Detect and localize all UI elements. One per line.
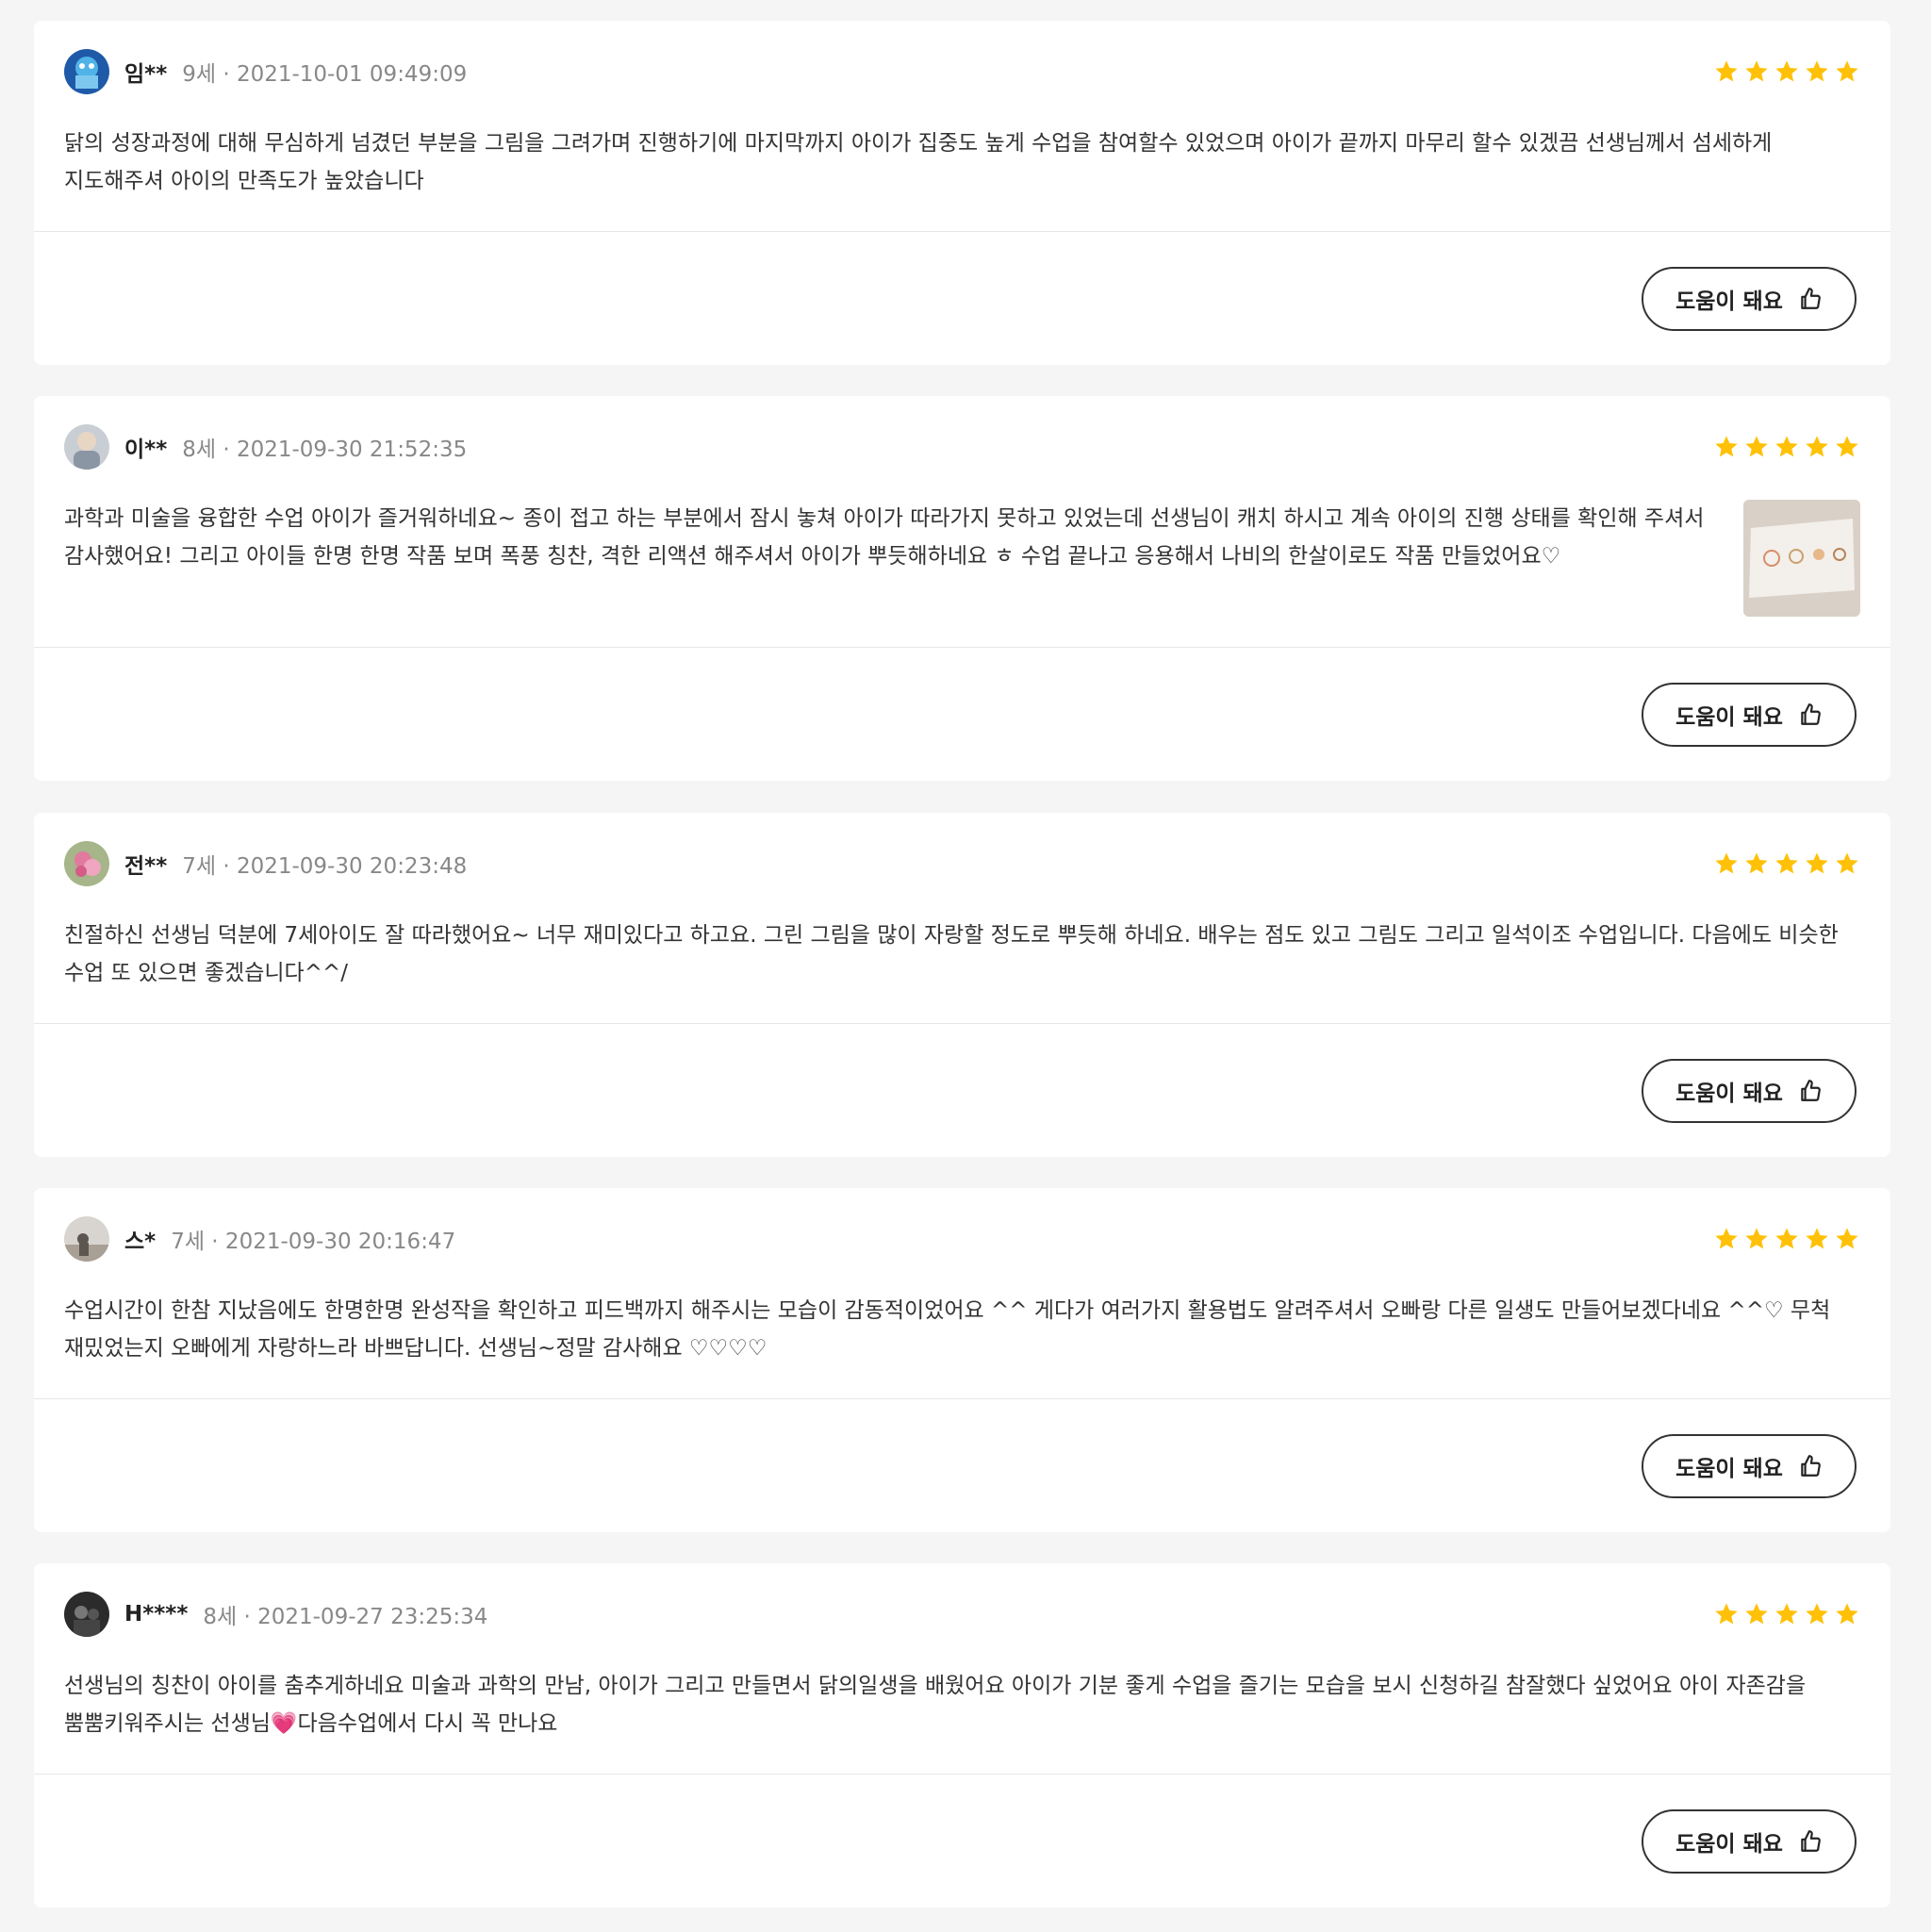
- star-icon: [1715, 60, 1738, 82]
- divider: [34, 231, 1890, 232]
- helpful-button[interactable]: 도움이 돼요: [1642, 267, 1857, 331]
- review-meta: 8세 · 2021-09-30 21:52:35: [182, 438, 468, 462]
- helpful-label: 도움이 돼요: [1675, 705, 1783, 730]
- review-meta: 7세 · 2021-09-30 20:16:47: [171, 1230, 456, 1254]
- avatar: [64, 49, 109, 94]
- username: 이**: [124, 438, 168, 462]
- divider: [34, 1398, 1890, 1399]
- review-meta: 9세 · 2021-10-01 09:49:09: [182, 62, 468, 87]
- star-icon: [1775, 60, 1798, 82]
- review-photo[interactable]: [1743, 500, 1860, 617]
- helpful-label: 도움이 돼요: [1675, 1832, 1783, 1857]
- star-icon: [1745, 436, 1768, 457]
- review-card: 임** 9세 · 2021-10-01 09:49:09 닭의 성장과정에 대해…: [34, 21, 1890, 365]
- username: 스*: [124, 1230, 157, 1254]
- star-icon: [1745, 852, 1768, 874]
- star-icon: [1806, 852, 1828, 874]
- star-icon: [1836, 436, 1858, 457]
- star-icon: [1775, 436, 1798, 457]
- review-text: 선생님의 칭찬이 아이를 춤추게하네요 미술과 과학의 만남, 아이가 그리고 …: [64, 1674, 1807, 1736]
- star-icon: [1836, 1228, 1858, 1249]
- helpful-label: 도움이 돼요: [1675, 1082, 1783, 1106]
- avatar: [64, 424, 109, 470]
- avatar: [64, 1592, 109, 1637]
- review-text: 수업시간이 한참 지났음에도 한명한명 완성작을 확인하고 피드백까지 해주시는…: [64, 1298, 1831, 1361]
- star-icon: [1806, 436, 1828, 457]
- review-card: H**** 8세 · 2021-09-27 23:25:34 선생님의 칭찬이 …: [34, 1563, 1890, 1907]
- review-card: 스* 7세 · 2021-09-30 20:16:47 수업시간이 한참 지났음…: [34, 1188, 1890, 1532]
- helpful-button[interactable]: 도움이 돼요: [1642, 1434, 1857, 1498]
- thumbs-up-icon: [1801, 703, 1821, 725]
- thumbs-up-icon: [1801, 1080, 1821, 1101]
- star-icon: [1745, 1228, 1768, 1249]
- star-icon: [1836, 1603, 1858, 1625]
- star-icon: [1745, 1603, 1768, 1625]
- thumbs-up-icon: [1801, 1455, 1821, 1477]
- helpful-button[interactable]: 도움이 돼요: [1642, 1809, 1857, 1874]
- helpful-label: 도움이 돼요: [1675, 289, 1783, 314]
- star-icon: [1775, 1603, 1798, 1625]
- star-rating: [1713, 434, 1860, 460]
- review-header: 이** 8세 · 2021-09-30 21:52:35: [64, 424, 1860, 470]
- review-header: 전** 7세 · 2021-09-30 20:23:48: [64, 841, 1860, 886]
- star-icon: [1715, 436, 1738, 457]
- divider: [34, 1774, 1890, 1775]
- star-icon: [1715, 1603, 1738, 1625]
- review-card: 전** 7세 · 2021-09-30 20:23:48 친절하신 선생님 덕분…: [34, 813, 1890, 1157]
- star-icon: [1775, 852, 1798, 874]
- star-icon: [1836, 852, 1858, 874]
- star-icon: [1715, 1228, 1738, 1249]
- review-text: 과학과 미술을 융합한 수업 아이가 즐거워하네요~ 종이 접고 하는 부분에서…: [64, 506, 1705, 569]
- username: 임**: [124, 62, 168, 87]
- avatar: [64, 841, 109, 886]
- review-meta: 7세 · 2021-09-30 20:23:48: [182, 854, 468, 879]
- star-icon: [1806, 60, 1828, 82]
- review-text: 닭의 성장과정에 대해 무심하게 넘겼던 부분을 그림을 그려가며 진행하기에 …: [64, 131, 1773, 193]
- helpful-button[interactable]: 도움이 돼요: [1642, 683, 1857, 747]
- review-text: 친절하신 선생님 덕분에 7세아이도 잘 따라했어요~ 너무 재미있다고 하고요…: [64, 923, 1839, 985]
- avatar: [64, 1216, 109, 1262]
- review-header: 임** 9세 · 2021-10-01 09:49:09: [64, 49, 1860, 94]
- review-header: 스* 7세 · 2021-09-30 20:16:47: [64, 1216, 1860, 1262]
- review-header: H**** 8세 · 2021-09-27 23:25:34: [64, 1592, 1860, 1637]
- star-rating: [1713, 58, 1860, 85]
- helpful-button[interactable]: 도움이 돼요: [1642, 1059, 1857, 1123]
- thumbs-up-icon: [1801, 288, 1821, 309]
- star-rating: [1713, 1601, 1860, 1627]
- star-icon: [1745, 60, 1768, 82]
- star-rating: [1713, 850, 1860, 877]
- star-icon: [1806, 1228, 1828, 1249]
- star-icon: [1775, 1228, 1798, 1249]
- username: 전**: [124, 854, 168, 879]
- review-meta: 8세 · 2021-09-27 23:25:34: [203, 1605, 488, 1629]
- divider: [34, 1023, 1890, 1024]
- helpful-label: 도움이 돼요: [1675, 1457, 1783, 1481]
- star-rating: [1713, 1226, 1860, 1252]
- star-icon: [1715, 852, 1738, 874]
- divider: [34, 647, 1890, 648]
- star-icon: [1836, 60, 1858, 82]
- review-card: 이** 8세 · 2021-09-30 21:52:35 과학과 미술을 융합한…: [34, 396, 1890, 781]
- star-icon: [1806, 1603, 1828, 1625]
- username: H****: [124, 1602, 189, 1627]
- thumbs-up-icon: [1801, 1830, 1821, 1852]
